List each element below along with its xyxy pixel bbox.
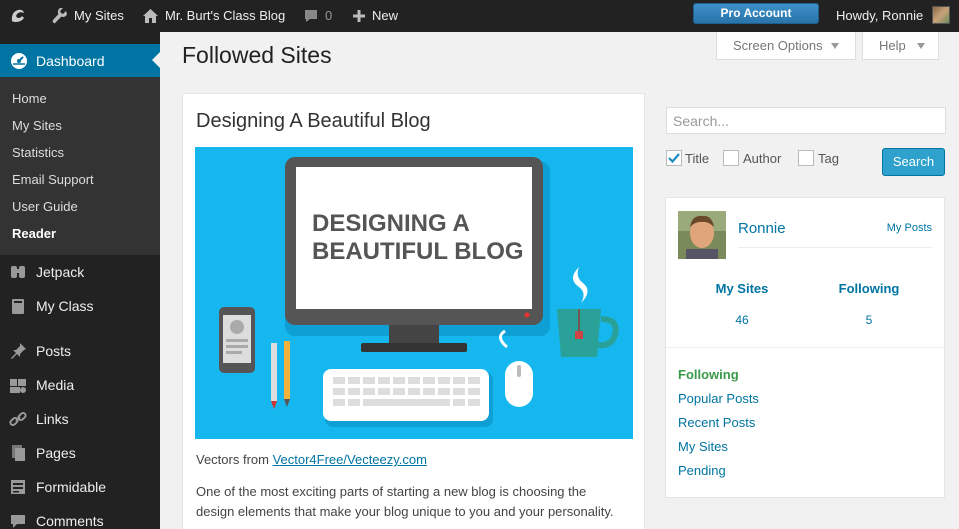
post-featured-image[interactable]: DESIGNING A BEAUTIFUL BLOG	[195, 147, 633, 439]
sidebar-item-posts[interactable]: Posts	[0, 336, 160, 366]
media-icon	[10, 379, 26, 393]
title-checkbox[interactable]	[666, 150, 682, 166]
submenu-my-sites[interactable]: My Sites	[12, 118, 62, 133]
sidebar-item-comments[interactable]: Comments	[0, 506, 160, 529]
screen-options-label: Screen Options	[733, 38, 823, 53]
my-sites-stat-label[interactable]: My Sites	[682, 281, 802, 296]
help-button[interactable]: Help	[862, 32, 939, 60]
divider	[738, 247, 933, 248]
sidebar-item-dashboard[interactable]: Dashboard	[0, 44, 160, 77]
pro-account-button[interactable]: Pro Account	[693, 3, 819, 24]
sidebar-item-label: Links	[36, 411, 69, 427]
comments-menu[interactable]: 0	[303, 0, 332, 32]
title-checkbox-label: Title	[685, 151, 710, 166]
book-icon	[12, 299, 24, 314]
blog-name-label: Mr. Burt's Class Blog	[165, 8, 286, 23]
reader-nav-recent-posts[interactable]: Recent Posts	[678, 415, 755, 430]
home-icon	[143, 9, 158, 23]
help-label: Help	[879, 38, 906, 53]
plus-icon	[353, 10, 365, 22]
chevron-down-icon	[917, 43, 925, 49]
blog-illustration: DESIGNING A BEAUTIFUL BLOG	[219, 157, 619, 427]
chevron-down-icon	[831, 43, 839, 49]
image-heading-line1: DESIGNING A	[312, 210, 470, 237]
link-icon	[9, 411, 27, 427]
my-sites-stat-count[interactable]: 46	[682, 313, 802, 327]
search-button[interactable]: Search	[882, 148, 945, 176]
tag-checkbox[interactable]	[798, 150, 814, 166]
page-title: Followed Sites	[182, 42, 332, 68]
submenu-home[interactable]: Home	[12, 91, 47, 106]
pages-icon	[12, 445, 25, 461]
howdy-user[interactable]: Howdy, Ronnie	[836, 0, 923, 32]
post-title[interactable]: Designing A Beautiful Blog	[196, 110, 431, 133]
comments-count: 0	[325, 8, 333, 23]
following-stat-label[interactable]: Following	[809, 281, 929, 296]
dashboard-gauge-icon	[11, 52, 27, 69]
my-posts-link[interactable]: My Posts	[887, 222, 932, 234]
blog-name-menu[interactable]: Mr. Burt's Class Blog	[142, 0, 285, 32]
submenu-user-guide[interactable]: User Guide	[12, 199, 78, 214]
author-checkbox[interactable]	[723, 150, 739, 166]
divider	[666, 347, 944, 348]
profile-name[interactable]: Ronnie	[738, 220, 786, 237]
new-label: New	[372, 8, 399, 23]
my-sites-label: My Sites	[74, 8, 124, 23]
sidebar-item-links[interactable]: Links	[0, 404, 160, 434]
following-stat-count[interactable]: 5	[809, 313, 929, 327]
submenu-reader[interactable]: Reader	[12, 226, 56, 241]
reader-nav-popular-posts[interactable]: Popular Posts	[678, 391, 759, 406]
sidebar-item-label: Pages	[36, 445, 76, 461]
sidebar-item-label: Jetpack	[36, 264, 85, 280]
sidebar-item-label: Comments	[36, 513, 104, 529]
submenu-statistics[interactable]: Statistics	[12, 145, 64, 160]
admin-sidebar: Dashboard Home My Sites Statistics Email…	[0, 32, 160, 529]
submenu-email-support[interactable]: Email Support	[12, 172, 94, 187]
tag-checkbox-label: Tag	[818, 151, 839, 166]
comment-bubble-icon	[305, 10, 317, 22]
checkmark-icon	[668, 153, 680, 164]
sidebar-item-jetpack[interactable]: Jetpack	[0, 257, 160, 287]
wrench-icon	[52, 8, 67, 24]
credit-prefix: Vectors from	[196, 452, 273, 467]
sidebar-item-media[interactable]: Media	[0, 370, 160, 400]
image-heading-line2: BEAUTIFUL BLOG	[312, 238, 524, 265]
search-input[interactable]	[666, 107, 946, 134]
credit-link[interactable]: Vector4Free/Vecteezy.com	[273, 452, 427, 467]
dashboard-submenu: Home My Sites Statistics Email Support U…	[0, 77, 160, 255]
sidebar-item-my-class[interactable]: My Class	[0, 291, 160, 321]
sidebar-item-pages[interactable]: Pages	[0, 438, 160, 468]
current-menu-arrow	[152, 52, 160, 68]
sidebar-item-label: Formidable	[36, 479, 107, 495]
sidebar-item-formidable[interactable]: Formidable	[0, 472, 160, 502]
my-sites-menu[interactable]: My Sites	[52, 0, 124, 32]
image-credit: Vectors from Vector4Free/Vecteezy.com	[196, 452, 427, 467]
sidebar-item-label: My Class	[36, 298, 94, 314]
jetpack-icon	[11, 266, 25, 278]
sidebar-item-label: Posts	[36, 343, 72, 359]
dashboard-label: Dashboard	[36, 52, 105, 69]
form-icon	[11, 480, 25, 494]
author-checkbox-label: Author	[743, 151, 782, 166]
reader-nav-pending[interactable]: Pending	[678, 463, 726, 478]
profile-card: Ronnie My Posts My Sites 46 Following 5 …	[665, 197, 945, 498]
user-avatar-large[interactable]	[678, 211, 726, 259]
user-avatar-small[interactable]	[932, 6, 950, 24]
post-excerpt: One of the most exciting parts of starti…	[196, 484, 614, 519]
sidebar-item-label: Media	[36, 377, 75, 393]
reader-nav-my-sites[interactable]: My Sites	[678, 439, 728, 454]
admin-bar: My Sites Mr. Burt's Class Blog 0 New Pro…	[0, 0, 959, 32]
comment-icon	[11, 515, 25, 528]
new-content-menu[interactable]: New	[352, 0, 398, 32]
screen-options-button[interactable]: Screen Options	[716, 32, 856, 60]
edublogs-logo-icon[interactable]	[8, 0, 28, 32]
reader-nav-following[interactable]: Following	[678, 367, 739, 382]
post-card: Designing A Beautiful Blog DESIGNING A B…	[182, 93, 645, 529]
pin-icon	[11, 343, 26, 359]
